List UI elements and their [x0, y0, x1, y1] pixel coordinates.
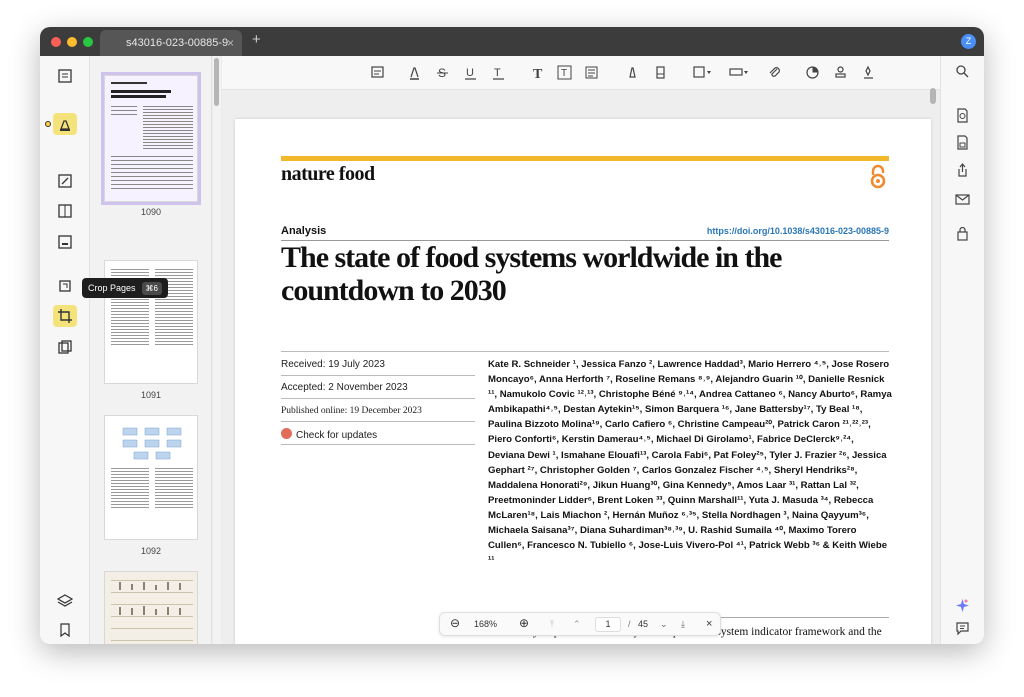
check-updates-link[interactable]: Check for updates	[281, 428, 377, 441]
callout-icon[interactable]	[584, 65, 599, 80]
svg-text:T: T	[494, 67, 501, 79]
crop-pages-tooltip: Crop Pages ⌘6	[82, 278, 168, 298]
reader-view-icon[interactable]	[57, 68, 73, 84]
meta-row-divider	[281, 375, 475, 376]
signature-icon[interactable]	[861, 65, 876, 80]
new-tab-button[interactable]: +	[252, 31, 261, 48]
mail-icon[interactable]	[955, 192, 970, 207]
color-picker-icon[interactable]	[805, 65, 820, 80]
thumbnail-page-1092[interactable]	[104, 415, 198, 540]
total-pages: 45	[638, 619, 649, 629]
note-icon[interactable]	[370, 65, 385, 80]
thumbnail-panel: 1090 1091 1092	[90, 56, 212, 644]
svg-text:U: U	[466, 67, 474, 79]
compare-icon[interactable]	[57, 339, 73, 355]
convert-icon[interactable]	[955, 108, 970, 123]
edit-text-icon[interactable]	[57, 173, 73, 189]
right-toolbar	[940, 56, 984, 644]
doi-link[interactable]: https://doi.org/10.1038/s43016-023-00885…	[707, 226, 889, 236]
zoom-in-button[interactable]: ⊕	[519, 616, 529, 630]
app-window: s43016-023-00885-9 × + Z 1090 1091 1092 …	[40, 27, 984, 644]
article-type: Analysis	[281, 225, 327, 237]
thumbnail-label: 1090	[140, 207, 162, 217]
tooltip-label: Crop Pages	[88, 283, 136, 293]
last-page-icon[interactable]: ⤓	[681, 619, 685, 630]
next-page-icon[interactable]: ⌄	[660, 619, 668, 630]
crop-pages-icon[interactable]	[57, 308, 73, 324]
author-list: Kate R. Schneider ¹, Jessica Fanzo ², La…	[488, 359, 892, 567]
strikethrough-icon[interactable]: S	[435, 65, 450, 80]
thumbnail-page-1090[interactable]	[101, 72, 201, 205]
search-icon[interactable]	[955, 64, 970, 79]
text-box-icon[interactable]: T	[557, 65, 572, 80]
previous-page-icon[interactable]: ⌃	[573, 619, 581, 630]
meta-row-divider	[281, 398, 475, 399]
thumbnail-scroll-thumb[interactable]	[214, 58, 219, 106]
thumbnail-label: 1092	[140, 546, 162, 556]
annotation-toolbar: S U T T T	[222, 56, 940, 90]
open-access-icon	[869, 164, 887, 190]
left-toolbar	[40, 56, 90, 644]
layers-icon[interactable]	[57, 593, 73, 609]
thumbnail-scrollbar[interactable]	[213, 56, 221, 644]
svg-text:T: T	[533, 67, 543, 80]
text-icon[interactable]: T	[531, 65, 546, 80]
published-date: Published online: 19 December 2023	[281, 406, 422, 416]
check-updates-icon	[281, 428, 292, 439]
pdf-page: nature food Analysis https://doi.org/10.…	[235, 119, 931, 644]
attach-icon[interactable]	[767, 65, 782, 80]
tooltip-shortcut: ⌘6	[141, 282, 162, 295]
svg-text:T: T	[561, 68, 567, 79]
comments-icon[interactable]	[955, 621, 970, 636]
thumbnail-label: 1091	[140, 390, 162, 400]
meta-divider	[281, 351, 889, 352]
highlight-text-icon[interactable]	[407, 65, 422, 80]
maximize-window-button[interactable]	[83, 37, 93, 47]
protect-icon[interactable]	[955, 226, 970, 241]
ai-assistant-icon[interactable]	[955, 598, 970, 613]
eraser-icon[interactable]	[653, 65, 668, 80]
measure-dropdown-icon[interactable]	[729, 65, 751, 80]
minimize-window-button[interactable]	[67, 37, 77, 47]
active-indicator-dot	[45, 121, 51, 127]
journal-logo: nature food	[281, 163, 375, 185]
thumbnail-page-1093[interactable]	[104, 571, 198, 644]
document-tab[interactable]: s43016-023-00885-9 ×	[100, 30, 242, 56]
document-viewer: S U T T T nature food Analysis https://d…	[222, 56, 940, 644]
journal-accent-rule	[281, 156, 889, 161]
meta-row-divider	[281, 421, 475, 422]
close-zoom-bar-icon[interactable]: ×	[706, 618, 712, 630]
ocr-icon[interactable]	[955, 135, 970, 150]
forms-icon[interactable]	[57, 234, 73, 250]
zoom-level[interactable]: 168%	[474, 619, 497, 629]
meta-row-divider	[281, 444, 475, 445]
pen-icon[interactable]	[625, 65, 640, 80]
squiggly-icon[interactable]: T	[491, 65, 506, 80]
stamp-tool-icon[interactable]	[57, 278, 73, 294]
organize-pages-icon[interactable]	[57, 203, 73, 219]
check-updates-label: Check for updates	[296, 430, 378, 441]
close-window-button[interactable]	[51, 37, 61, 47]
zoom-page-control: ⊖ 168% ⊕ ⤒ ⌃ 1 / 45 ⌄ ⤓ ×	[439, 612, 721, 636]
stamp-icon[interactable]	[833, 65, 848, 80]
first-page-icon[interactable]: ⤒	[550, 619, 554, 630]
underline-icon[interactable]: U	[463, 65, 478, 80]
page-number-input[interactable]: 1	[595, 617, 621, 632]
shapes-dropdown-icon[interactable]	[692, 65, 714, 80]
page-scrollbar-thumb[interactable]	[930, 88, 936, 104]
tab-close-icon[interactable]: ×	[227, 30, 234, 56]
paper-title: The state of food systems worldwide in t…	[281, 241, 782, 307]
zoom-out-button[interactable]: ⊖	[450, 616, 460, 630]
page-separator: /	[628, 619, 631, 629]
share-icon[interactable]	[955, 163, 970, 178]
user-avatar[interactable]: Z	[961, 34, 976, 49]
received-date: Received: 19 July 2023	[281, 359, 385, 370]
bookmark-icon[interactable]	[57, 622, 73, 638]
title-bar: s43016-023-00885-9 × + Z	[40, 27, 984, 56]
tab-title: s43016-023-00885-9	[126, 37, 229, 49]
accepted-date: Accepted: 2 November 2023	[281, 382, 408, 393]
highlighter-icon[interactable]	[57, 116, 73, 132]
